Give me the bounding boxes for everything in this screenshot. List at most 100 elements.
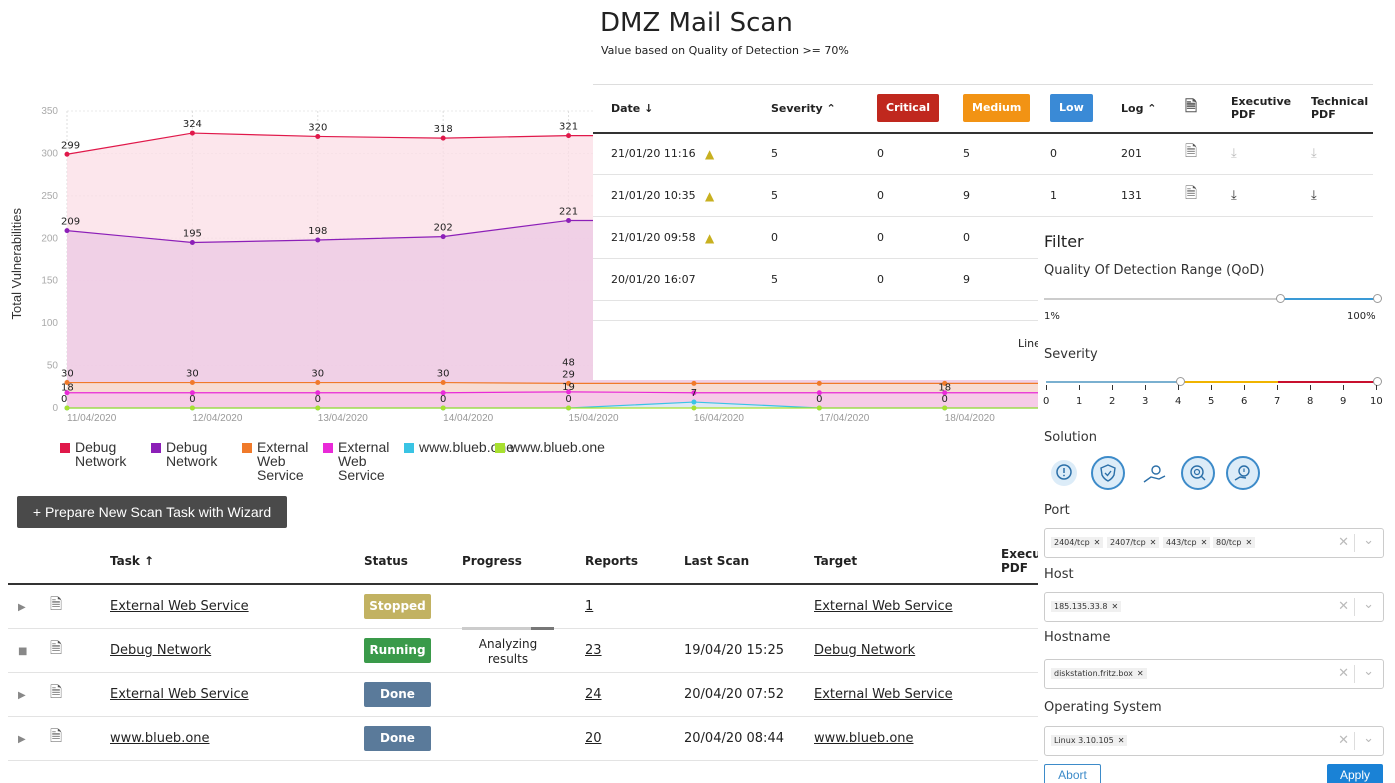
x-tick-label: 13/04/2020 xyxy=(318,413,368,424)
document-icon[interactable]: 🗎 xyxy=(50,683,62,701)
document-icon[interactable]: 🗎 xyxy=(1185,142,1197,160)
reports-link[interactable]: 24 xyxy=(585,687,602,702)
legend-item[interactable]: www.blueb.one xyxy=(495,440,605,482)
shield-check-icon[interactable] xyxy=(1091,456,1125,490)
severity-header[interactable]: Severity ⌃ xyxy=(771,84,877,134)
medium-count: 0 xyxy=(963,216,1050,259)
qod-max-handle[interactable] xyxy=(1373,294,1382,303)
data-label: 321 xyxy=(559,122,578,133)
download-icon[interactable]: ⤓ xyxy=(1231,146,1237,161)
clear-icon[interactable]: ✕ xyxy=(1338,733,1349,748)
data-label: 29 xyxy=(562,369,575,380)
os-select[interactable]: Linux 3.10.105 ✕ ✕ ⌄ xyxy=(1044,726,1384,756)
target-link[interactable]: www.blueb.one xyxy=(814,731,914,746)
remove-tag-icon[interactable]: ✕ xyxy=(1201,538,1208,547)
reports-link[interactable]: 20 xyxy=(585,731,602,746)
document-icon[interactable]: 🗎 xyxy=(50,639,62,657)
sort-icon: ⌃ xyxy=(1147,101,1157,115)
document-icon[interactable]: 🗎 xyxy=(50,595,62,613)
task-header[interactable]: Task ↑ xyxy=(110,538,364,585)
progress-header[interactable]: Progress xyxy=(462,538,585,585)
data-label: 0 xyxy=(61,394,67,405)
apply-button[interactable]: Apply xyxy=(1327,764,1383,783)
report-row[interactable]: 21/01/20 10:35 ▲ 5 0 9 1 131 🗎 ⤓ ⤓ xyxy=(593,174,1373,217)
qod-track xyxy=(1044,298,1280,300)
target-link[interactable]: Debug Network xyxy=(814,643,915,658)
host-select[interactable]: 185.135.33.8 ✕ ✕ ⌄ xyxy=(1044,592,1384,622)
stop-icon[interactable]: ■ xyxy=(18,646,27,657)
legend-item[interactable]: External Web Service xyxy=(323,440,389,482)
target-link[interactable]: External Web Service xyxy=(814,687,953,702)
legend-item[interactable]: www.blueb.one xyxy=(404,440,514,482)
chevron-down-icon[interactable]: ⌄ xyxy=(1363,731,1374,746)
clear-icon[interactable]: ✕ xyxy=(1338,666,1349,681)
remove-tag-icon[interactable]: ✕ xyxy=(1150,538,1157,547)
report-date[interactable]: 20/01/20 16:07 xyxy=(593,258,705,301)
report-date[interactable]: 21/01/20 10:35 xyxy=(593,174,705,217)
task-name-link[interactable]: Debug Network xyxy=(110,643,211,658)
hostname-select[interactable]: diskstation.fritz.box ✕ ✕ ⌄ xyxy=(1044,659,1384,689)
alert-bubble-icon[interactable] xyxy=(1047,456,1081,490)
filter-panel: Filter Quality Of Detection Range (QoD) … xyxy=(1038,229,1395,783)
chevron-down-icon[interactable]: ⌄ xyxy=(1363,533,1374,548)
reports-link[interactable]: 23 xyxy=(585,643,602,658)
remove-tag-icon[interactable]: ✕ xyxy=(1246,538,1253,547)
last-scan-cell xyxy=(684,584,814,629)
report-date[interactable]: 21/01/20 11:16 xyxy=(593,132,705,175)
legend-item[interactable]: Debug Network xyxy=(151,440,226,482)
remove-tag-icon[interactable]: ✕ xyxy=(1094,538,1101,547)
alert-hand-icon[interactable] xyxy=(1226,456,1260,490)
document-icon[interactable]: 🗎 xyxy=(1185,184,1197,202)
clear-icon[interactable]: ✕ xyxy=(1338,599,1349,614)
remove-tag-icon[interactable]: ✕ xyxy=(1111,602,1118,611)
last-scan-header[interactable]: Last Scan xyxy=(684,538,814,585)
target-header[interactable]: Target xyxy=(814,538,1001,585)
reports-header[interactable]: Reports xyxy=(585,538,684,585)
data-point xyxy=(816,405,822,411)
download-icon[interactable]: ⤓ xyxy=(1231,188,1237,203)
remove-tag-icon[interactable]: ✕ xyxy=(1137,669,1144,678)
port-select[interactable]: 2404/tcp ✕ 2407/tcp ✕ 443/tcp ✕ 80/tcp ✕ ✕ ⌄ xyxy=(1044,528,1384,558)
tag-label: 2404/tcp xyxy=(1054,538,1090,547)
critical-chip[interactable]: Critical xyxy=(877,94,940,123)
data-point xyxy=(315,133,321,139)
legend-label: External Web Service xyxy=(257,439,309,483)
target-link[interactable]: External Web Service xyxy=(814,599,953,614)
gear-hand-icon[interactable] xyxy=(1137,456,1171,490)
clear-icon[interactable]: ✕ xyxy=(1338,535,1349,550)
severity-max-handle[interactable] xyxy=(1373,377,1382,386)
prepare-scan-wizard-button[interactable]: + Prepare New Scan Task with Wizard xyxy=(17,496,287,528)
play-icon[interactable]: ▶ xyxy=(18,602,26,613)
play-icon[interactable]: ▶ xyxy=(18,734,26,745)
legend-swatch xyxy=(151,443,161,453)
low-chip[interactable]: Low xyxy=(1050,94,1093,123)
report-row[interactable]: 21/01/20 11:16 ▲ 5 0 5 0 201 🗎 ⤓ ⤓ xyxy=(593,132,1373,175)
task-name-link[interactable]: www.blueb.one xyxy=(110,731,210,746)
status-header[interactable]: Status xyxy=(364,538,462,585)
x-tick-label: 16/04/2020 xyxy=(694,413,744,424)
tag-label: 185.135.33.8 xyxy=(1054,602,1108,611)
abort-button[interactable]: Abort xyxy=(1044,764,1101,783)
legend-item[interactable]: External Web Service xyxy=(242,439,309,483)
selected-tag: 80/tcp ✕ xyxy=(1213,537,1256,548)
task-name-link[interactable]: External Web Service xyxy=(110,687,249,702)
gear-search-icon[interactable] xyxy=(1181,456,1215,490)
play-icon[interactable]: ▶ xyxy=(18,690,26,701)
date-header[interactable]: Date ↓ xyxy=(593,84,705,134)
qod-min-handle[interactable] xyxy=(1276,294,1285,303)
download-icon[interactable]: ⤓ xyxy=(1311,146,1317,161)
tag-label: Linux 3.10.105 xyxy=(1054,736,1114,745)
chevron-down-icon[interactable]: ⌄ xyxy=(1363,664,1374,679)
document-icon[interactable]: 🗎 xyxy=(50,727,62,745)
chevron-down-icon[interactable]: ⌄ xyxy=(1363,597,1374,612)
task-row: ▶ 🗎 www.blueb.one Done 20 20/04/20 08:44 www.b… xyxy=(8,716,1048,761)
log-header[interactable]: Log ⌃ xyxy=(1121,84,1185,134)
report-date[interactable]: 21/01/20 09:58 xyxy=(593,216,705,259)
remove-tag-icon[interactable]: ✕ xyxy=(1118,736,1125,745)
task-name-link[interactable]: External Web Service xyxy=(110,599,249,614)
legend-item[interactable]: Debug Network xyxy=(60,440,135,482)
severity-value: 5 xyxy=(771,258,877,301)
medium-chip[interactable]: Medium xyxy=(963,94,1031,123)
reports-link[interactable]: 1 xyxy=(585,599,593,614)
download-icon[interactable]: ⤓ xyxy=(1311,188,1317,203)
